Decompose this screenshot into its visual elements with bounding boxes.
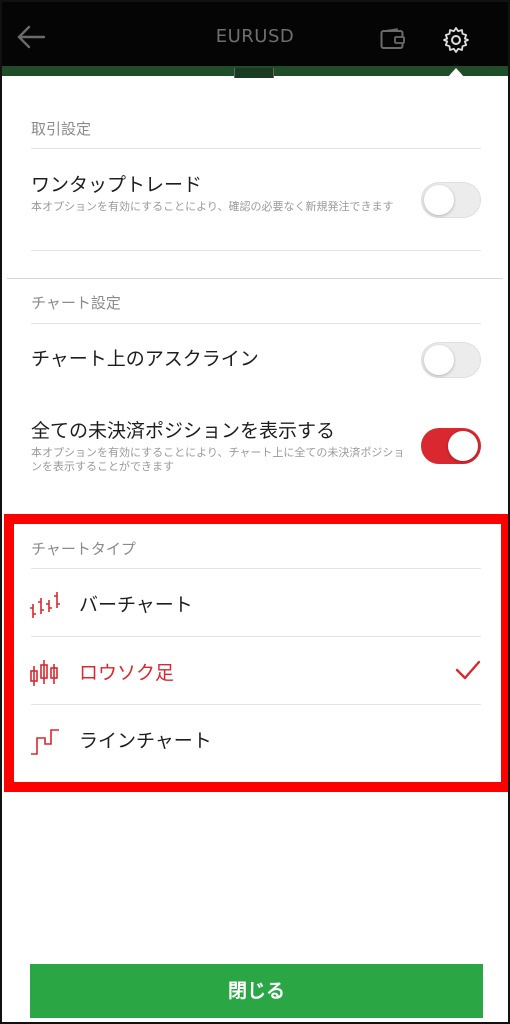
- chart-strip: [2, 66, 508, 78]
- section-trade-settings: 取引設定: [31, 120, 92, 138]
- toggle-knob: [424, 345, 454, 375]
- symbol-title: EURUSD: [215, 26, 295, 47]
- divider: [31, 148, 481, 149]
- divider: [31, 250, 481, 251]
- popover-caret: [447, 68, 465, 78]
- section-chart-settings: チャート設定: [31, 294, 121, 312]
- ask-line-toggle[interactable]: [421, 342, 481, 378]
- toggle-knob: [448, 431, 478, 461]
- show-positions-toggle[interactable]: [421, 428, 481, 464]
- one-tap-trade-title: ワンタップトレード: [31, 174, 203, 196]
- show-positions-description: 本オプションを有効にすることにより、チャート上に全ての未決済ポジションを表示する…: [31, 446, 405, 473]
- show-positions-title: 全ての未決済ポジションを表示する: [31, 420, 336, 442]
- close-button[interactable]: 閉じる: [30, 964, 483, 1018]
- toggle-knob: [424, 185, 454, 215]
- one-tap-trade-toggle[interactable]: [421, 182, 481, 218]
- screen: EURUSD 取引設定 ワンタップトレード 本オプションを有効にすることにより、…: [0, 0, 510, 1024]
- section-divider: [7, 278, 503, 279]
- chart-tick: [234, 68, 274, 78]
- ask-line-title: チャート上のアスクライン: [31, 348, 259, 370]
- wallet-icon[interactable]: [380, 28, 406, 50]
- gear-icon[interactable]: [442, 26, 470, 54]
- one-tap-trade-description: 本オプションを有効にすることにより、確認の必要なく新規発注できます: [31, 200, 394, 213]
- divider: [31, 323, 481, 324]
- top-bar: EURUSD: [2, 2, 508, 68]
- chart-type-highlight-box: [4, 514, 508, 792]
